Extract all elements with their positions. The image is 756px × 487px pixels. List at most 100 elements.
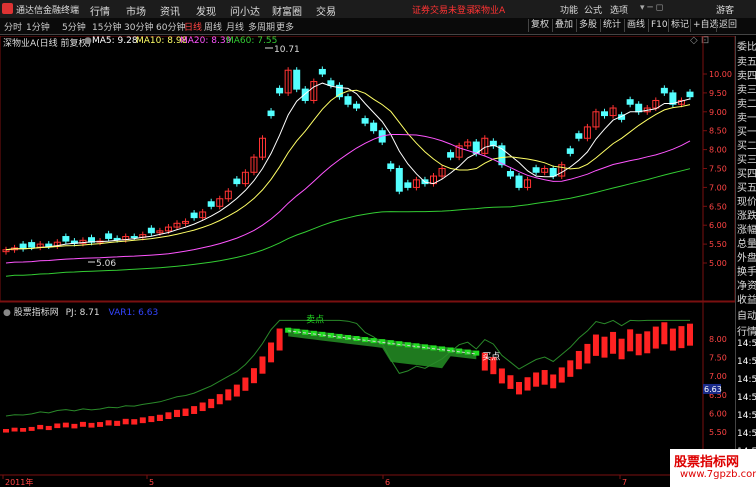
indicator-red-block — [575, 350, 582, 370]
indicator-red-block — [28, 426, 35, 431]
ma10-line — [5, 89, 691, 251]
watermark: 股票指标网 www.7gpzb.com — [670, 449, 756, 487]
indicator-tick-label: 5.50 — [709, 428, 727, 437]
indicator-red-block — [79, 421, 86, 427]
add-watchlist-button[interactable]: +自选 — [690, 19, 719, 32]
indicator-red-block — [88, 422, 95, 428]
window-controls-icon[interactable]: ▾ ─ ◻ — [640, 3, 663, 13]
indicator-red-block — [516, 382, 522, 395]
f10-button[interactable]: F10 — [648, 19, 668, 32]
indicator-red-block — [567, 360, 574, 377]
indicator-red-block — [139, 417, 146, 424]
menu-item-news[interactable]: 资讯 — [160, 3, 180, 18]
indicator-red-block — [550, 374, 557, 389]
indicator-red-block — [165, 412, 172, 420]
menu-item-options[interactable]: 选项 — [610, 3, 628, 16]
panel-label: 委比 — [737, 42, 756, 53]
candle-body — [404, 182, 412, 188]
indicator-red-block — [45, 425, 52, 431]
menu-item-ask[interactable]: 问小达 — [230, 3, 260, 18]
price-tick-label: 8.00 — [709, 146, 727, 155]
var1-value: VAR1: 6.63 — [108, 308, 159, 318]
candle-body — [113, 237, 121, 241]
mark-button[interactable]: 标记 — [668, 19, 689, 32]
indicator-red-block — [216, 394, 223, 405]
menu-item-formula[interactable]: 公式 — [584, 3, 602, 16]
price-tick-label: 9.00 — [709, 108, 727, 117]
period-tab-daily[interactable]: 日线 — [184, 20, 202, 33]
period-tab-60min[interactable]: 60分钟 — [156, 20, 185, 33]
candle-body — [387, 163, 395, 169]
indicator-green-block — [336, 333, 343, 339]
login-notice[interactable]: 证券交易未登录 — [412, 3, 475, 16]
candle-body — [370, 122, 378, 132]
kline-layer: 10.71 5.06 — [2, 45, 694, 277]
menu-item-function[interactable]: 功能 — [560, 3, 578, 16]
indicator-red-block — [131, 419, 138, 425]
app-name: 通达信金融终端 — [16, 6, 80, 16]
indicator-green-block — [473, 350, 480, 356]
indicator-green-block — [345, 334, 351, 340]
app-logo-icon — [2, 3, 13, 14]
indicator-green-block — [404, 342, 411, 348]
price-tick-label: 8.50 — [709, 127, 727, 136]
back-button[interactable]: 返回 — [716, 19, 737, 32]
indicator-red-block — [627, 329, 634, 352]
time-tick-label: 6 — [385, 478, 390, 487]
draw-line-button[interactable]: 画线 — [624, 19, 645, 32]
overlay-button[interactable]: 叠加 — [552, 19, 573, 32]
candle-body — [635, 103, 643, 113]
indicator-red-block — [661, 322, 668, 345]
period-tab-weekly[interactable]: 周线 — [204, 20, 222, 33]
stats-button[interactable]: 统计 — [600, 19, 621, 32]
indicator-green-block — [285, 327, 292, 333]
indicator-red-block — [122, 418, 129, 425]
indicator-red-block — [11, 427, 18, 432]
high-label: 10.71 — [274, 45, 300, 55]
panel-label: 14:50 — [737, 411, 756, 421]
indicator-red-block — [584, 343, 591, 364]
period-tab-timeshare[interactable]: 分时 — [4, 20, 22, 33]
menu-item-guest[interactable]: 游客 — [716, 3, 734, 16]
indicator-red-block — [678, 326, 685, 349]
indicator-envelope-line — [5, 319, 690, 417]
period-tab-1min[interactable]: 1分钟 — [26, 20, 50, 33]
restore-right-button[interactable]: 复权 — [528, 19, 549, 32]
panel-label: 行情 — [737, 327, 756, 338]
indicator-red-block — [652, 326, 659, 349]
indicator-red-block — [268, 342, 275, 363]
period-tab-multi[interactable]: 多周期 — [248, 20, 275, 33]
indicator-title-row: ● 股票指标网 PJ: 8.71 VAR1: 6.63 — [3, 305, 158, 318]
menu-item-discover[interactable]: 发现 — [196, 3, 216, 18]
period-tab-monthly[interactable]: 月线 — [226, 20, 244, 33]
indicator-red-block — [225, 389, 232, 401]
menu-item-quotes[interactable]: 行情 — [90, 3, 110, 18]
indicator-red-block — [669, 328, 676, 351]
candle-body — [506, 171, 514, 177]
indicator-red-block — [233, 384, 240, 397]
indicator-red-block — [541, 370, 548, 385]
indicator-settings-icon[interactable]: ● — [3, 308, 11, 318]
period-tab-30min[interactable]: 30分钟 — [124, 20, 153, 33]
indicator-red-block — [533, 372, 540, 387]
indicator-green-block — [430, 345, 437, 351]
panel-label: 自动 — [737, 311, 756, 322]
period-tab-more[interactable]: 更多 — [276, 20, 294, 33]
panel-label: 买四 — [737, 169, 756, 180]
candle-body — [318, 68, 326, 75]
stock-tag: 深物业A — [472, 6, 506, 16]
menu-bar: 通达信金融终端 行情 市场 资讯 发现 问小达 财富圈 交易 证券交易未登录 深… — [0, 0, 756, 19]
indicator-red-block — [97, 422, 104, 427]
panel-label: 卖四 — [737, 71, 756, 82]
indicator-red-block — [62, 422, 69, 428]
menu-item-wealth[interactable]: 财富圈 — [272, 3, 302, 18]
menu-item-trade[interactable]: 交易 — [316, 3, 336, 18]
price-tick-label: 5.00 — [709, 259, 727, 268]
period-tab-5min[interactable]: 5分钟 — [62, 20, 86, 33]
panel-label: 涨幅 — [737, 225, 756, 236]
menu-item-market[interactable]: 市场 — [126, 3, 146, 18]
period-tab-15min[interactable]: 15分钟 — [92, 20, 121, 33]
indicator-red-block — [174, 409, 180, 418]
multi-stock-button[interactable]: 多股 — [576, 19, 597, 32]
candle-body — [19, 243, 27, 250]
